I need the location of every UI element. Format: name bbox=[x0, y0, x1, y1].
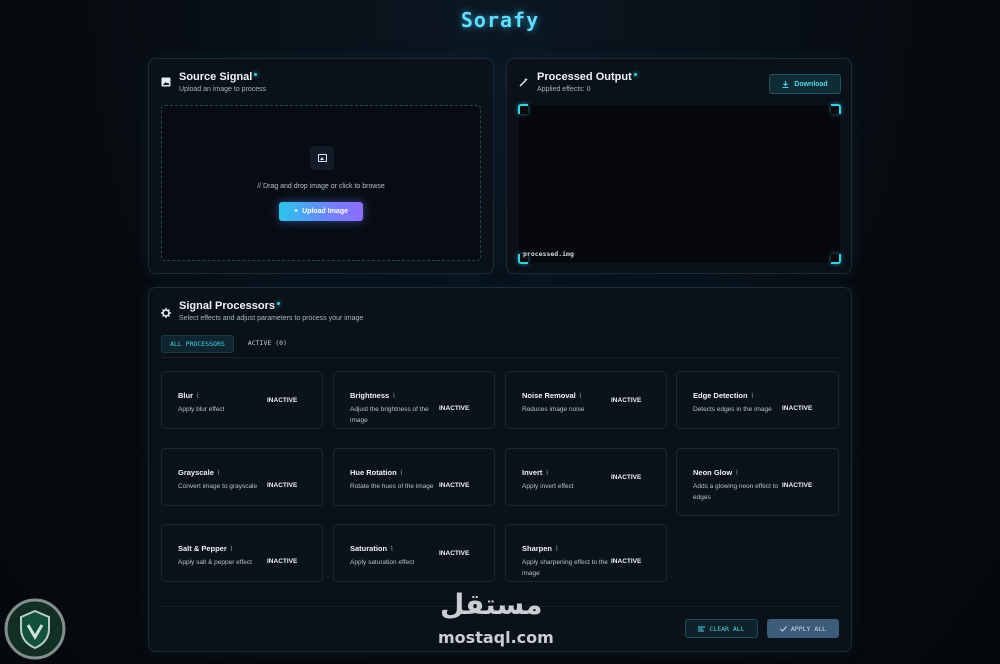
clear-all-label: CLEAR ALL bbox=[709, 624, 745, 633]
waveform-icon: ⌇ bbox=[399, 470, 404, 477]
clear-all-button[interactable]: CLEAR ALL bbox=[685, 619, 758, 638]
processor-card[interactable]: Noise Removal ⌇ Reduces image noise INACTIV… bbox=[505, 371, 667, 429]
processor-name: Hue Rotation ⌇ bbox=[350, 468, 404, 477]
waveform-icon: ⌇ bbox=[578, 393, 583, 400]
processor-description: Convert image to grayscale bbox=[178, 483, 258, 490]
processor-card[interactable]: Salt & Pepper ⌇ Apply salt & pepper effect… bbox=[161, 524, 323, 582]
processor-description: Apply sharpening effect to the image bbox=[522, 559, 608, 577]
status-badge: INACTIVE bbox=[611, 474, 642, 481]
panel-title: Source Signal bbox=[179, 71, 266, 83]
processor-card[interactable]: Brightness ⌇ Adjust the brightness of the … bbox=[333, 371, 495, 429]
tab-all-processors[interactable]: ALL PROCESSORS bbox=[161, 335, 234, 353]
waveform-icon: ⌇ bbox=[555, 546, 559, 553]
status-badge: INACTIVE bbox=[267, 397, 298, 404]
drop-zone[interactable]: // Drag and drop image or click to brows… bbox=[161, 105, 481, 261]
processor-description: Apply invert effect bbox=[522, 483, 574, 490]
processor-name: Grayscale ⌇ bbox=[178, 468, 221, 477]
image-placeholder-icon bbox=[310, 146, 334, 170]
download-label: Download bbox=[794, 80, 828, 88]
download-button[interactable]: Download bbox=[769, 74, 841, 94]
status-badge: INACTIVE bbox=[782, 482, 813, 489]
apply-all-label: APPLY ALL bbox=[790, 624, 827, 633]
processor-description: Apply blur effect bbox=[178, 406, 225, 413]
source-signal-panel: Source Signal Upload an image to process… bbox=[148, 58, 494, 274]
panel-title: Processed Output bbox=[537, 71, 637, 83]
status-badge: INACTIVE bbox=[267, 558, 298, 565]
processor-card[interactable]: Neon Glow ⌇ Adds a glowing neon effect to … bbox=[676, 448, 839, 516]
magic-wand-icon bbox=[519, 77, 528, 87]
status-badge: INACTIVE bbox=[439, 405, 470, 412]
status-badge: INACTIVE bbox=[611, 397, 642, 404]
waveform-icon: ⌇ bbox=[390, 546, 394, 553]
panel-subtitle: Upload an image to process bbox=[179, 86, 267, 93]
app-title: Sorafy bbox=[460, 8, 540, 32]
image-icon bbox=[161, 77, 171, 87]
applied-effects-count: Applied effects: 0 bbox=[537, 86, 591, 93]
processor-name: Invert ⌇ bbox=[522, 468, 549, 477]
tab-active[interactable]: ACTIVE (0) bbox=[240, 335, 295, 353]
status-badge: INACTIVE bbox=[611, 558, 642, 565]
processor-card[interactable]: Blur ⌇ Apply blur effect INACTIVE bbox=[161, 371, 323, 429]
download-icon bbox=[782, 80, 789, 88]
output-file-label: processed.img bbox=[523, 250, 574, 258]
processor-description: Adds a glowing neon effect to edges bbox=[693, 483, 779, 501]
processor-card[interactable]: Edge Detection ⌇ Detects edges in the imag… bbox=[676, 371, 839, 429]
processor-name: Blur ⌇ bbox=[178, 391, 200, 400]
waveform-icon: ⌇ bbox=[196, 393, 200, 400]
gear-icon bbox=[161, 308, 171, 318]
status-badge: INACTIVE bbox=[439, 482, 470, 489]
processor-card[interactable]: Sharpen ⌇ Apply sharpening effect to the i… bbox=[505, 524, 667, 582]
watermark-arabic: مستقل bbox=[440, 588, 543, 621]
upload-image-button[interactable]: + Upload Image bbox=[279, 202, 363, 221]
plus-icon: + bbox=[294, 208, 299, 215]
processor-name: Salt & Pepper ⌇ bbox=[178, 544, 234, 553]
processor-name: Sharpen ⌇ bbox=[522, 544, 559, 553]
panel-subtitle: Select effects and adjust parameters to … bbox=[179, 315, 364, 322]
divider bbox=[161, 357, 839, 358]
status-badge: INACTIVE bbox=[439, 550, 470, 557]
processor-description: Adjust the brightness of the image bbox=[350, 406, 429, 424]
apply-all-button[interactable]: APPLY ALL bbox=[767, 619, 839, 638]
waveform-icon: ⌇ bbox=[735, 470, 739, 477]
processor-name: Brightness ⌇ bbox=[350, 391, 396, 400]
drop-zone-text: // Drag and drop image or click to brows… bbox=[257, 183, 385, 190]
list-clear-icon bbox=[698, 626, 706, 631]
status-badge: INACTIVE bbox=[782, 405, 813, 412]
processor-name: Neon Glow ⌇ bbox=[693, 468, 739, 477]
processor-card[interactable]: Invert ⌇ Apply invert effect INACTIVE bbox=[505, 448, 667, 506]
processor-description: Apply saturation effect bbox=[350, 559, 415, 566]
processor-name: Edge Detection ⌇ bbox=[693, 391, 755, 400]
waveform-icon: ⌇ bbox=[392, 393, 396, 400]
watermark-latin: mostaql.com bbox=[438, 628, 554, 647]
waveform-icon: ⌇ bbox=[750, 393, 755, 400]
processor-name: Noise Removal ⌇ bbox=[522, 391, 583, 400]
waveform-icon: ⌇ bbox=[545, 470, 549, 477]
processor-description: Rotate the hues of the image bbox=[350, 483, 434, 490]
waveform-icon: ⌇ bbox=[216, 470, 221, 477]
processor-tabs: ALL PROCESSORS ACTIVE (0) bbox=[161, 335, 295, 353]
processor-card[interactable]: Saturation ⌇ Apply saturation effect INACTI… bbox=[333, 524, 495, 582]
upload-label: Upload Image bbox=[302, 208, 348, 215]
processor-card[interactable]: Grayscale ⌇ Convert image to grayscale INAC… bbox=[161, 448, 323, 506]
output-preview: processed.img bbox=[518, 104, 841, 264]
status-badge: INACTIVE bbox=[267, 482, 298, 489]
processed-output-panel: Processed Output Applied effects: 0 Down… bbox=[506, 58, 852, 274]
check-icon bbox=[780, 625, 787, 632]
processor-description: Detects edges in the image bbox=[693, 406, 772, 413]
processor-description: Apply salt & pepper effect bbox=[178, 559, 252, 566]
watermark-logo bbox=[4, 598, 66, 660]
processor-name: Saturation ⌇ bbox=[350, 544, 394, 553]
processor-card[interactable]: Hue Rotation ⌇ Rotate the hues of the imag… bbox=[333, 448, 495, 506]
panel-title: Signal Processors bbox=[179, 300, 363, 312]
processor-description: Reduces image noise bbox=[522, 406, 585, 413]
waveform-icon: ⌇ bbox=[229, 546, 234, 553]
